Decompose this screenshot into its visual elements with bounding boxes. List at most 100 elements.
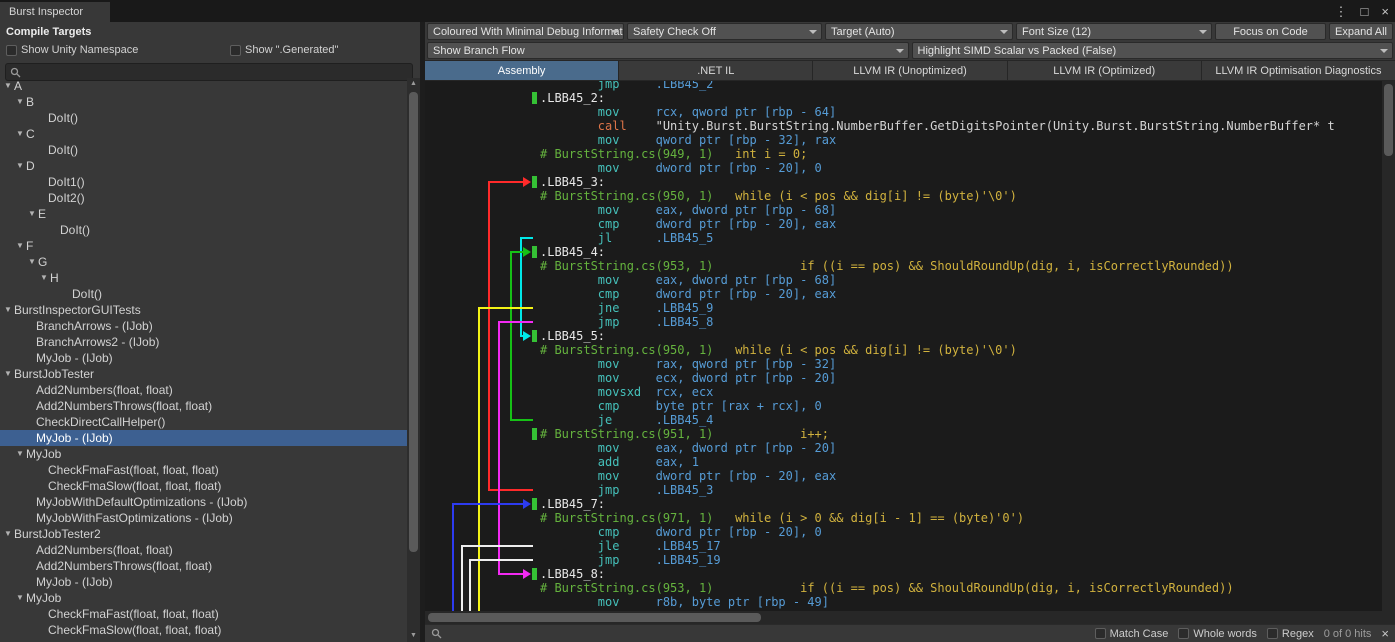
tree-item-label: MyJobWithFastOptimizations - (IJob) — [36, 511, 233, 525]
scroll-up-icon[interactable]: ▲ — [407, 78, 420, 90]
foldout-expanded-icon[interactable]: ▼ — [2, 526, 14, 542]
find-option-regex[interactable]: Regex — [1267, 628, 1314, 640]
foldout-expanded-icon[interactable]: ▼ — [14, 446, 26, 462]
tree-item-a[interactable]: ▼A — [0, 78, 407, 94]
asm-line: # BurstString.cs(971, 1) while (i > 0 &&… — [425, 511, 1382, 525]
output-tabs: Assembly.NET ILLLVM IR (Unoptimized)LLVM… — [425, 60, 1395, 81]
close-icon[interactable]: × — [1381, 627, 1389, 640]
tree-item-burstinspectorguitests[interactable]: ▼BurstInspectorGUITests — [0, 302, 407, 318]
foldout-expanded-icon[interactable]: ▼ — [2, 366, 14, 382]
tree-item-label: MyJob — [26, 591, 61, 605]
window-tab-burst-inspector[interactable]: Burst Inspector — [0, 2, 110, 22]
foldout-expanded-icon[interactable]: ▼ — [14, 590, 26, 606]
find-option-whole-words[interactable]: Whole words — [1178, 628, 1257, 640]
tree-item-add2numbers-float-float[interactable]: Add2Numbers(float, float) — [0, 542, 407, 558]
tree-item-checkdirectcallhelper[interactable]: CheckDirectCallHelper() — [0, 414, 407, 430]
tree-item-add2numbersthrows-float-float[interactable]: Add2NumbersThrows(float, float) — [0, 398, 407, 414]
tab-net-il[interactable]: .NET IL — [619, 61, 812, 80]
tree-item-myjob-ijob[interactable]: MyJob - (IJob) — [0, 350, 407, 366]
checkbox-icon[interactable] — [1095, 628, 1106, 639]
tree-item-label: G — [38, 255, 47, 269]
tree-item-myjob-ijob[interactable]: MyJob - (IJob) — [0, 574, 407, 590]
asm-line: mov eax, dword ptr [rbp - 68] — [425, 273, 1382, 287]
tree-item-doit[interactable]: DoIt() — [0, 286, 407, 302]
tree-item-doit2[interactable]: DoIt2() — [0, 190, 407, 206]
tree-item-checkfmaslow-float-float-float[interactable]: CheckFmaSlow(float, float, float) — [0, 478, 407, 494]
tree-item-g[interactable]: ▼G — [0, 254, 407, 270]
dropdown-target-auto[interactable]: Target (Auto) — [825, 23, 1013, 40]
tree-item-label: MyJobWithDefaultOptimizations - (IJob) — [36, 495, 247, 509]
dropdown-label: Target (Auto) — [831, 26, 895, 38]
button-expand-all[interactable]: Expand All — [1329, 23, 1393, 40]
tree-item-myjobwithdefaultoptimizations-ijob[interactable]: MyJobWithDefaultOptimizations - (IJob) — [0, 494, 407, 510]
foldout-expanded-icon[interactable]: ▼ — [2, 78, 14, 94]
tree-item-label: MyJob - (IJob) — [36, 351, 113, 365]
tree-item-checkfmafast-float-float-float[interactable]: CheckFmaFast(float, float, float) — [0, 462, 407, 478]
tree-item-burstjobtester2[interactable]: ▼BurstJobTester2 — [0, 526, 407, 542]
foldout-expanded-icon[interactable]: ▼ — [26, 206, 38, 222]
foldout-expanded-icon[interactable]: ▼ — [38, 270, 50, 286]
foldout-expanded-icon[interactable]: ▼ — [14, 94, 26, 110]
foldout-expanded-icon[interactable]: ▼ — [14, 238, 26, 254]
tree-item-f[interactable]: ▼F — [0, 238, 407, 254]
find-option-match-case[interactable]: Match Case — [1095, 628, 1169, 640]
checkbox-icon[interactable] — [1267, 628, 1278, 639]
tab-llvm-ir-unoptimized[interactable]: LLVM IR (Unoptimized) — [813, 61, 1006, 80]
code-hscroll-thumb[interactable] — [428, 613, 761, 622]
code-vscroll-thumb[interactable] — [1384, 84, 1393, 156]
tree-item-label: Add2NumbersThrows(float, float) — [36, 559, 212, 573]
tree-item-doit1[interactable]: DoIt1() — [0, 174, 407, 190]
tree-item-checkfmaslow-float-float-float[interactable]: CheckFmaSlow(float, float, float) — [0, 622, 407, 638]
tab-assembly[interactable]: Assembly — [425, 61, 618, 80]
maximize-icon[interactable]: □ — [1361, 5, 1369, 18]
tree-item-myjob-ijob[interactable]: MyJob - (IJob) — [0, 430, 407, 446]
tree-item-checkfmafast-float-float-float[interactable]: CheckFmaFast(float, float, float) — [0, 606, 407, 622]
checkbox-show-unity-namespace[interactable]: Show Unity Namespace — [6, 44, 138, 56]
tab-llvm-ir-optimized[interactable]: LLVM IR (Optimized) — [1008, 61, 1201, 80]
dropdown-show-branch-flow[interactable]: Show Branch Flow — [427, 42, 909, 59]
tree-item-h[interactable]: ▼H — [0, 270, 407, 286]
tree-item-burstjobtester[interactable]: ▼BurstJobTester — [0, 366, 407, 382]
foldout-expanded-icon[interactable]: ▼ — [14, 158, 26, 174]
code-find-bar: Match CaseWhole wordsRegex 0 of 0 hits × — [425, 624, 1395, 642]
tree-item-c[interactable]: ▼C — [0, 126, 407, 142]
tree-item-brancharrows-ijob[interactable]: BranchArrows - (IJob) — [0, 318, 407, 334]
tree-item-d[interactable]: ▼D — [0, 158, 407, 174]
targets-search-input[interactable] — [24, 66, 408, 78]
tree-item-label: CheckDirectCallHelper() — [36, 415, 165, 429]
tree-item-brancharrows2-ijob[interactable]: BranchArrows2 - (IJob) — [0, 334, 407, 350]
code-search-input[interactable] — [448, 628, 765, 640]
tree-item-doit[interactable]: DoIt() — [0, 222, 407, 238]
targets-scrollbar-thumb[interactable] — [409, 92, 418, 552]
tree-item-add2numbers-float-float[interactable]: Add2Numbers(float, float) — [0, 382, 407, 398]
code-vertical-scrollbar[interactable] — [1382, 81, 1395, 611]
button-focus-on-code[interactable]: Focus on Code — [1215, 23, 1326, 40]
tree-item-add2numbersthrows-float-float[interactable]: Add2NumbersThrows(float, float) — [0, 558, 407, 574]
dropdown-coloured-with-minimal-debug-information[interactable]: Coloured With Minimal Debug Information — [427, 23, 624, 40]
checkbox-icon[interactable] — [1178, 628, 1189, 639]
foldout-expanded-icon[interactable]: ▼ — [26, 254, 38, 270]
tree-item-e[interactable]: ▼E — [0, 206, 407, 222]
tree-item-doit[interactable]: DoIt() — [0, 142, 407, 158]
close-icon[interactable]: × — [1381, 5, 1389, 18]
checkbox-icon[interactable] — [6, 45, 17, 56]
dropdown-safety-check-off[interactable]: Safety Check Off — [627, 23, 822, 40]
scroll-down-icon[interactable]: ▼ — [407, 630, 420, 642]
asm-line: movsxd rcx, ecx — [425, 385, 1382, 399]
code-horizontal-scrollbar[interactable] — [425, 611, 1395, 624]
tree-item-myjobwithfastoptimizations-ijob[interactable]: MyJobWithFastOptimizations - (IJob) — [0, 510, 407, 526]
assembly-code-view[interactable]: jmp .LBB45_2.LBB45_2: mov rcx, qword ptr… — [425, 81, 1395, 611]
foldout-expanded-icon[interactable]: ▼ — [14, 126, 26, 142]
tree-item-myjob[interactable]: ▼MyJob — [0, 590, 407, 606]
dropdown-highlight-simd-scalar-vs-packed-false[interactable]: Highlight SIMD Scalar vs Packed (False) — [912, 42, 1394, 59]
checkbox-icon[interactable] — [230, 45, 241, 56]
checkbox-show-generated[interactable]: Show ".Generated" — [230, 44, 338, 56]
tab-llvm-ir-optimisation-diagnostics[interactable]: LLVM IR Optimisation Diagnostics — [1202, 61, 1395, 80]
tree-item-myjob[interactable]: ▼MyJob — [0, 446, 407, 462]
foldout-expanded-icon[interactable]: ▼ — [2, 302, 14, 318]
dropdown-font-size-12[interactable]: Font Size (12) — [1016, 23, 1212, 40]
window-menu-icon[interactable]: ⋮ — [1335, 5, 1348, 18]
tree-item-b[interactable]: ▼B — [0, 94, 407, 110]
targets-scrollbar[interactable]: ▲ ▼ — [407, 78, 420, 642]
tree-item-doit[interactable]: DoIt() — [0, 110, 407, 126]
